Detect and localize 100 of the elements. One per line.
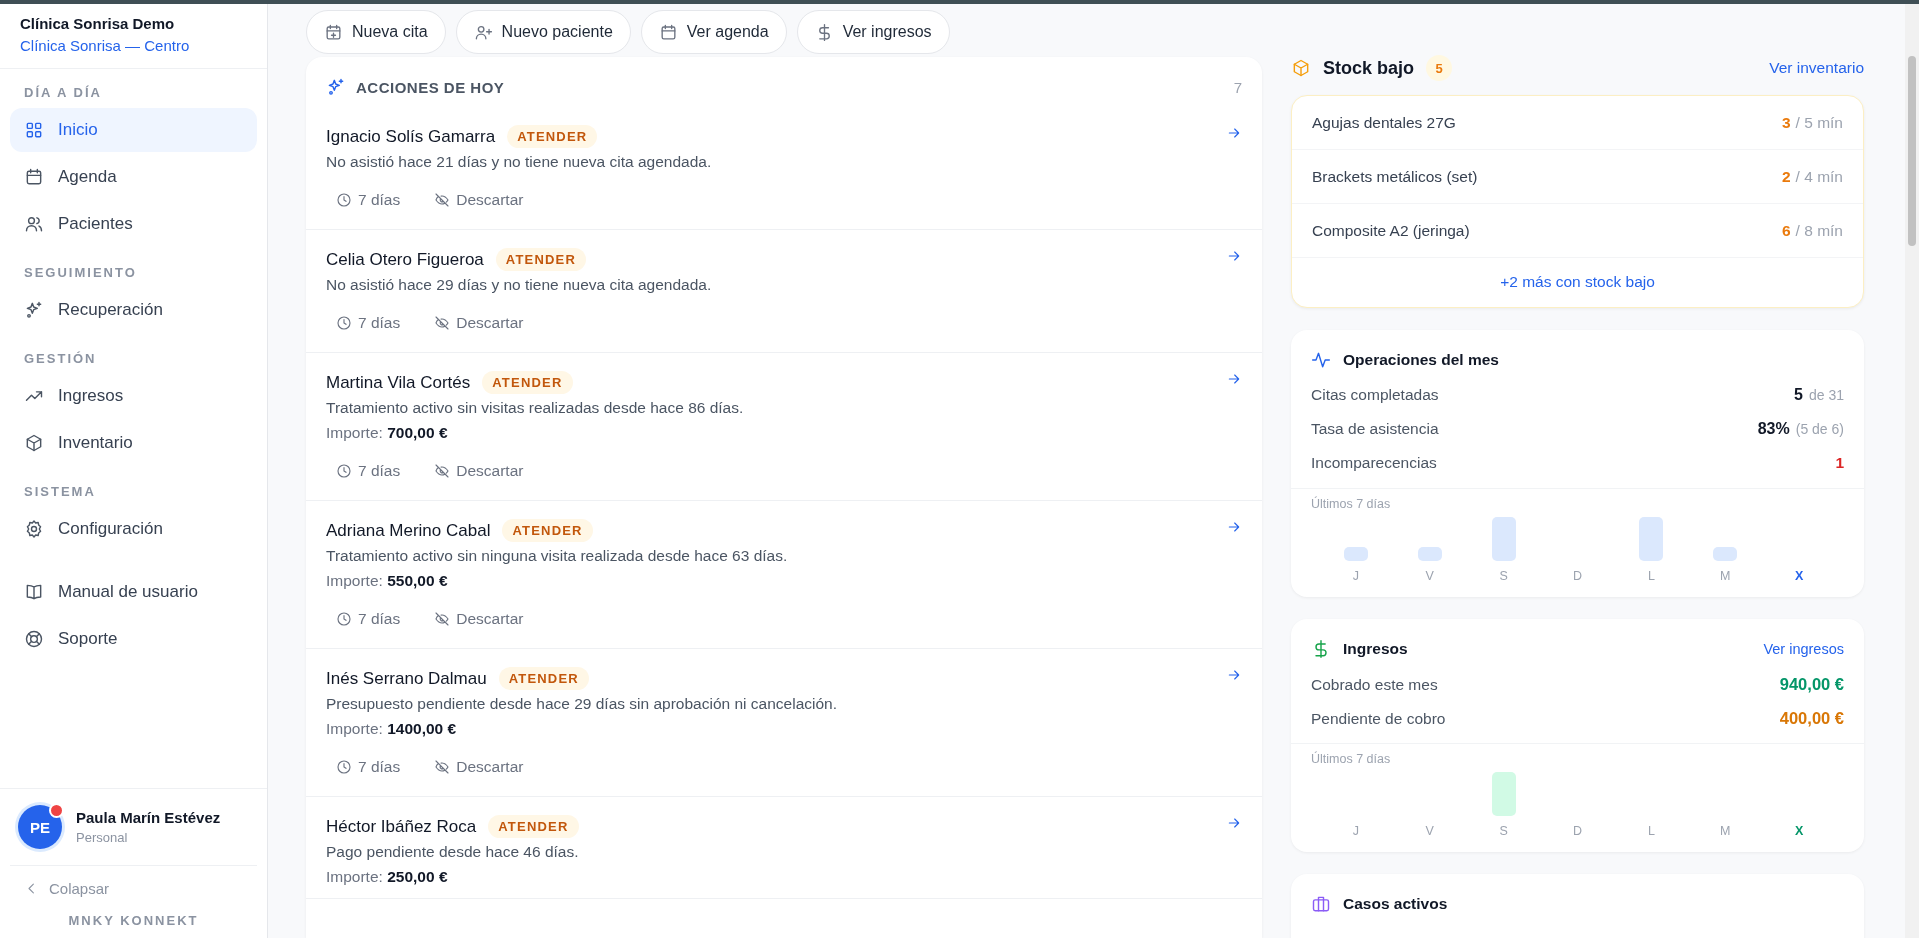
amount-text: Importe: 250,00 €: [326, 868, 449, 886]
nav-item[interactable]: Manual de usuario: [10, 570, 257, 614]
people-icon: [24, 214, 44, 234]
eye-off-icon: [434, 463, 451, 479]
item-name: Agujas dentales 27G: [1312, 113, 1456, 132]
income-link[interactable]: Ver ingresos: [1763, 641, 1844, 657]
arrow-right-icon[interactable]: [1226, 519, 1242, 535]
card-title: Operaciones del mes: [1343, 351, 1499, 369]
calendar-plus-icon: [324, 22, 343, 42]
status-tag: ATENDER: [502, 519, 593, 542]
arrow-right-icon[interactable]: [1226, 667, 1242, 683]
calendar-icon: [24, 167, 44, 187]
day-label: J: [1352, 569, 1360, 583]
action-description: Pago pendiente desde hace 46 días.: [326, 843, 580, 861]
amount-text: Importe: 550,00 €: [326, 572, 449, 590]
arrow-right-icon[interactable]: [1226, 125, 1242, 141]
dismiss-button[interactable]: Descartar: [424, 183, 534, 217]
nav-item[interactable]: Agenda: [10, 155, 257, 199]
action-description: Tratamiento activo sin ninguna visita realizada desde hace 63 días.: [326, 547, 789, 565]
snooze-button[interactable]: 7 días: [326, 454, 411, 488]
status-tag: ATENDER: [482, 371, 573, 394]
nav-item[interactable]: Inventario: [10, 421, 257, 465]
quick-action-button[interactable]: Ver agenda: [640, 10, 787, 54]
day-label: V: [1425, 824, 1434, 838]
action-count: 7: [1233, 78, 1242, 96]
arrow-right-icon[interactable]: [1226, 371, 1242, 387]
item-name: Brackets metálicos (set): [1312, 167, 1478, 186]
section-heading: SEGUIMIENTO: [23, 264, 138, 282]
quick-action-button[interactable]: Ver ingresos: [796, 10, 950, 54]
snooze-button[interactable]: 7 días: [326, 306, 411, 340]
clock-icon: [336, 611, 352, 627]
activity-bar: [1639, 517, 1664, 561]
clinic-name: Clínica Sonrisa Demo: [20, 15, 176, 32]
action-description: No asistió hace 29 días y no tiene nueva cita agendada.: [326, 276, 713, 294]
sparkle-icon: [24, 300, 44, 320]
activity-bar: [1343, 547, 1368, 561]
patient-name: Martina Vila Cortés: [326, 372, 471, 393]
snooze-button[interactable]: 7 días: [326, 750, 411, 784]
snooze-button[interactable]: 7 días: [326, 183, 411, 217]
dismiss-button[interactable]: Descartar: [424, 306, 534, 340]
eye-off-icon: [434, 611, 451, 627]
grid-icon: [24, 120, 44, 140]
briefcase-icon: [1311, 894, 1331, 914]
quick-action-button[interactable]: Nuevo paciente: [455, 10, 631, 54]
stat-value: 940,00 €: [1779, 674, 1844, 695]
activity-bar: [1491, 517, 1516, 561]
section-heading: DÍA A DÍA: [23, 84, 103, 102]
snooze-button[interactable]: 7 días: [326, 602, 411, 636]
dismiss-button[interactable]: Descartar: [424, 750, 534, 784]
arrow-right-icon[interactable]: [1226, 248, 1242, 264]
income-bar: [1491, 772, 1516, 816]
scrollbar[interactable]: [1905, 4, 1919, 938]
nav-item[interactable]: Ingresos: [10, 374, 257, 418]
stat-label: Pendiente de cobro: [1311, 709, 1446, 729]
action-description: Tratamiento activo sin visitas realizadas desde hace 86 días.: [326, 399, 745, 417]
lifebuoy-icon: [24, 629, 44, 649]
nav-item[interactable]: Recuperación: [10, 288, 257, 332]
collapse-button[interactable]: Colapsar: [10, 865, 257, 911]
action-description: Presupuesto pendiente desde hace 29 días sin aprobación ni cancelación.: [326, 695, 838, 713]
day-label: M: [1720, 824, 1731, 838]
amount-text: Importe: 700,00 €: [326, 424, 449, 442]
clinic-location-link[interactable]: Clínica Sonrisa — Centro: [20, 37, 247, 54]
arrow-right-icon[interactable]: [1226, 815, 1242, 831]
chart-caption: Últimos 7 días: [1311, 752, 1392, 766]
day-label: V: [1425, 569, 1434, 583]
day-label: X: [1794, 569, 1804, 583]
more-link[interactable]: +2 más con stock bajo: [1500, 273, 1655, 291]
stat-label: Citas completadas: [1311, 385, 1439, 405]
status-tag: ATENDER: [507, 125, 598, 148]
user-name: Paula Marín Estévez: [76, 809, 221, 826]
day-label: D: [1572, 569, 1582, 583]
card-title: ACCIONES DE HOY: [356, 78, 505, 96]
dismiss-button[interactable]: Descartar: [424, 454, 534, 488]
nav-item[interactable]: Inicio: [10, 108, 257, 152]
clock-icon: [336, 192, 352, 208]
stock-minimum: / 8 mín: [1795, 221, 1843, 240]
day-label: J: [1352, 824, 1360, 838]
clock-icon: [336, 315, 352, 331]
day-label: X: [1794, 824, 1804, 838]
stat-value: 400,00 €: [1779, 708, 1844, 729]
sparkle-icon: [326, 77, 346, 97]
avatar[interactable]: PE: [18, 805, 62, 849]
day-label: M: [1720, 569, 1731, 583]
nav-item[interactable]: Soporte: [10, 617, 257, 661]
nav-item[interactable]: Configuración: [10, 507, 257, 551]
inventory-link[interactable]: Ver inventario: [1769, 59, 1864, 77]
stock-quantity: 6: [1782, 221, 1791, 240]
stat-label: Incomparecencias: [1311, 453, 1437, 473]
section-title: Stock bajo: [1323, 57, 1415, 79]
quick-action-button[interactable]: Nueva cita: [306, 10, 446, 54]
nav-item[interactable]: Pacientes: [10, 202, 257, 246]
patient-name: Héctor Ibáñez Roca: [326, 816, 477, 837]
day-label: S: [1499, 569, 1508, 583]
box-icon: [24, 433, 44, 453]
dismiss-button[interactable]: Descartar: [424, 602, 534, 636]
item-name: Composite A2 (jeringa): [1312, 221, 1470, 240]
clock-icon: [336, 759, 352, 775]
settings-icon: [24, 519, 44, 539]
eye-off-icon: [434, 759, 451, 775]
stat-value: 83%: [1757, 419, 1790, 439]
